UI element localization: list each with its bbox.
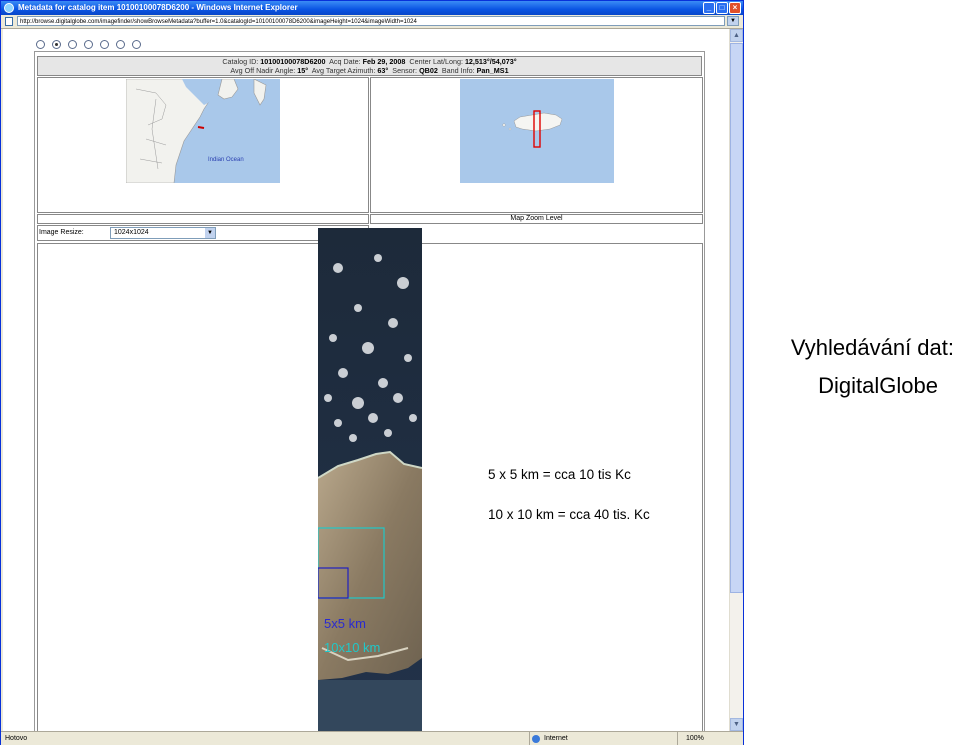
center-latlong-label: Center Lat/Long: xyxy=(409,57,463,66)
image-resize-value: 1024x1024 xyxy=(114,229,149,236)
nadir-value: 15° xyxy=(297,66,309,75)
radio-option-3[interactable] xyxy=(68,40,77,49)
price-10x10-text: 10 x 10 km = cca 40 tis. Kc xyxy=(488,507,650,522)
image-resize-label: Image Resize: xyxy=(39,229,84,236)
radio-option-2[interactable] xyxy=(52,40,61,49)
maximize-button[interactable]: □ xyxy=(716,2,728,14)
center-latlong-value: 12,513°/54,073° xyxy=(464,57,517,66)
radio-option-1[interactable] xyxy=(36,40,45,49)
overview-map-panel: Indian Ocean xyxy=(37,77,369,213)
scroll-up-button[interactable]: ▲ xyxy=(730,29,743,42)
metadata-table: Catalog ID: 10100100078D6200 Acq Date: F… xyxy=(37,56,702,76)
zoom-map[interactable] xyxy=(460,79,614,183)
catalog-id-value: 10100100078D6200 xyxy=(260,57,326,66)
ie-icon xyxy=(4,3,14,13)
acq-date-label: Acq Date: xyxy=(329,57,361,66)
zoom-level-control[interactable]: 100% xyxy=(677,732,739,745)
satellite-strip[interactable] xyxy=(318,228,422,731)
close-button[interactable]: × xyxy=(729,2,741,14)
scroll-thumb[interactable] xyxy=(730,43,743,593)
browse-image-pane: 5x5 km 10x10 km 5 x 5 km = cca 10 tis Kc… xyxy=(37,228,703,731)
overview-caption xyxy=(37,214,369,224)
zoom-map-panel xyxy=(370,77,703,213)
scroll-down-button[interactable]: ▼ xyxy=(730,718,743,731)
catalog-id-label: Catalog ID: xyxy=(222,57,259,66)
price-5x5-text: 5 x 5 km = cca 10 tis Kc xyxy=(488,467,631,482)
label-5x5: 5x5 km xyxy=(324,616,366,631)
label-10x10: 10x10 km xyxy=(324,640,381,655)
side-heading-2: DigitalGlobe xyxy=(818,373,938,398)
status-text: Hotovo xyxy=(5,735,28,742)
metadata-row-2: Avg Off Nadir Angle: 15° Avg Target Azim… xyxy=(38,66,701,75)
radio-option-6[interactable] xyxy=(116,40,125,49)
radio-option-5[interactable] xyxy=(100,40,109,49)
title-bar[interactable]: Metadata for catalog item 10100100078D62… xyxy=(1,1,743,15)
status-bar: Hotovo Internet 100% xyxy=(1,731,743,745)
address-dropdown-button[interactable]: ▼ xyxy=(727,16,739,26)
metadata-row-1: Catalog ID: 10100100078D6200 Acq Date: F… xyxy=(38,57,701,66)
address-bar: http://browse.digitalglobe.com/imagefind… xyxy=(1,15,743,29)
browser-window: Metadata for catalog item 10100100078D62… xyxy=(0,0,744,745)
sensor-value: QB02 xyxy=(419,66,438,75)
acq-date-value: Feb 29, 2008 xyxy=(362,57,406,66)
overview-map[interactable]: Indian Ocean xyxy=(126,79,280,183)
page-icon xyxy=(5,17,13,26)
chevron-down-icon: ▼ xyxy=(205,228,215,238)
azimuth-label: Avg Target Azimuth: xyxy=(311,66,376,75)
window-title: Metadata for catalog item 10100100078D62… xyxy=(18,3,298,12)
radio-option-4[interactable] xyxy=(84,40,93,49)
side-heading-1: Vyhledávání dat: xyxy=(790,335,954,360)
band-label: Band Info: xyxy=(441,66,475,75)
band-value: Pan_MS1 xyxy=(476,66,509,75)
azimuth-value: 63° xyxy=(377,66,389,75)
zoom-level-caption: Map Zoom Level xyxy=(370,214,703,224)
page-content: Catalog ID: 10100100078D6200 Acq Date: F… xyxy=(3,29,729,731)
security-zone: Internet xyxy=(529,732,674,745)
nadir-label: Avg Off Nadir Angle: xyxy=(230,66,296,75)
image-resize-select[interactable]: 1024x1024 ▼ xyxy=(110,227,216,239)
vertical-scrollbar[interactable]: ▲ ▼ xyxy=(729,29,743,731)
address-input[interactable]: http://browse.digitalglobe.com/imagefind… xyxy=(17,16,725,26)
radio-option-7[interactable] xyxy=(132,40,141,49)
sensor-label: Sensor: xyxy=(392,66,418,75)
ocean-label: Indian Ocean xyxy=(208,157,244,163)
minimize-button[interactable]: _ xyxy=(703,2,715,14)
